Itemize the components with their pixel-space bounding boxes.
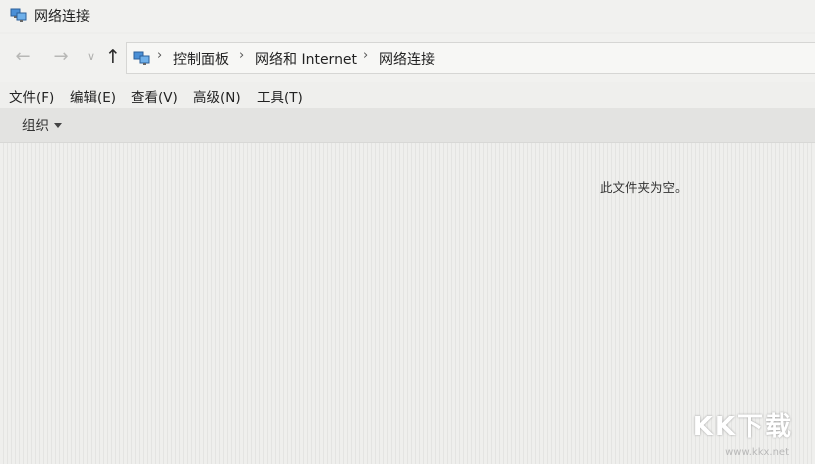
menu-advanced[interactable]: 高级(N) <box>193 86 241 106</box>
network-icon <box>133 49 151 67</box>
organize-label: 组织 <box>22 118 49 134</box>
explorer-window: 网络连接 ← → ∨ ↑ › 控制面板 › 网络和 Internet › 网络连… <box>0 0 815 464</box>
empty-folder-message: 此文件夹为空。 <box>600 180 688 195</box>
menu-edit[interactable]: 编辑(E) <box>70 86 116 106</box>
menu-file[interactable]: 文件(F) <box>9 86 54 106</box>
recent-locations-button[interactable]: ∨ <box>80 46 102 68</box>
watermark-logo: KK下载 <box>692 412 793 442</box>
menu-bar: 文件(F) 编辑(E) 查看(V) 高级(N) 工具(T) <box>0 82 815 108</box>
organize-button[interactable]: 组织 <box>22 114 62 134</box>
caret-down-icon <box>54 123 62 128</box>
back-button[interactable]: ← <box>12 46 34 68</box>
breadcrumb-control-panel[interactable]: 控制面板 <box>173 49 229 69</box>
breadcrumb-network-connections[interactable]: 网络连接 <box>379 49 435 69</box>
breadcrumb-separator[interactable]: › <box>239 48 244 63</box>
forward-button[interactable]: → <box>50 46 72 68</box>
navigation-row: ← → ∨ ↑ › 控制面板 › 网络和 Internet › 网络连接 <box>0 34 815 82</box>
watermark: KK下载 www.kkx.net <box>685 402 805 460</box>
address-bar[interactable]: › 控制面板 › 网络和 Internet › 网络连接 <box>126 42 815 74</box>
breadcrumb-separator[interactable]: › <box>363 48 368 63</box>
watermark-url: www.kkx.net <box>725 447 789 458</box>
title-bar: 网络连接 <box>0 0 815 32</box>
breadcrumb-network-internet[interactable]: 网络和 Internet <box>255 49 357 69</box>
window-title: 网络连接 <box>34 9 90 25</box>
file-list-area[interactable]: 此文件夹为空。 KK下载 www.kkx.net <box>0 143 815 464</box>
up-button[interactable]: ↑ <box>102 46 124 68</box>
network-connections-icon <box>10 7 28 23</box>
breadcrumb-separator[interactable]: › <box>157 48 162 63</box>
menu-view[interactable]: 查看(V) <box>131 86 178 106</box>
menu-tools[interactable]: 工具(T) <box>257 86 303 106</box>
command-bar: 组织 <box>0 108 815 143</box>
